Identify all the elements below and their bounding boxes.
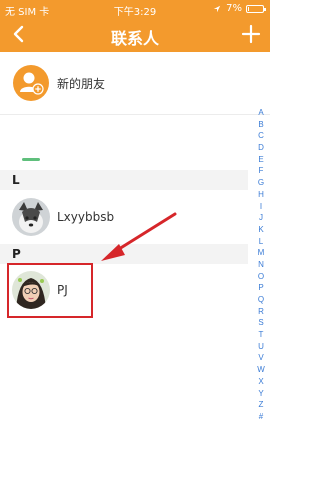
section-header-l: L — [0, 170, 248, 190]
status-right: 7% — [212, 3, 266, 14]
index-letter-c[interactable]: C — [258, 130, 264, 142]
highlight-box — [7, 263, 93, 318]
index-letter-u[interactable]: U — [258, 341, 264, 353]
index-letter-y[interactable]: Y — [258, 388, 263, 400]
index-letter-m[interactable]: M — [258, 247, 265, 259]
arrow-pointer-icon — [101, 212, 177, 261]
alphabet-index[interactable]: A B C D E F G H I J K L M N O P Q R S T U V W X Y Z # — [254, 107, 268, 423]
index-letter-d[interactable]: D — [258, 142, 264, 154]
status-bar: 无 SIM 卡 下午3:29 7% — [0, 0, 270, 18]
index-letter-p[interactable]: P — [258, 282, 263, 294]
battery-percent: 7% — [226, 3, 242, 14]
new-friend-row[interactable]: 新的朋友 — [0, 52, 270, 114]
avatar — [12, 198, 50, 236]
index-letter-x[interactable]: X — [258, 376, 263, 388]
index-letter-h[interactable]: H — [258, 189, 264, 201]
index-letter-f[interactable]: F — [259, 165, 264, 177]
page-title: 联系人 — [110, 29, 159, 48]
add-user-icon — [13, 65, 49, 101]
index-letter-w[interactable]: W — [257, 364, 265, 376]
index-letter-n[interactable]: N — [258, 259, 264, 271]
contacts-screen: 无 SIM 卡 下午3:29 7% 联系人 新的朋友 L Lxyybbsb P … — [0, 0, 270, 479]
index-letter-z[interactable]: Z — [259, 399, 264, 411]
index-letter-s[interactable]: S — [258, 317, 263, 329]
navigation-bar: 联系人 — [0, 18, 270, 52]
top-bar: 无 SIM 卡 下午3:29 7% 联系人 — [0, 0, 270, 52]
index-letter-a[interactable]: A — [258, 107, 263, 119]
index-letter-k[interactable]: K — [258, 224, 263, 236]
index-letter-r[interactable]: R — [258, 306, 264, 318]
battery-icon — [246, 4, 266, 13]
index-letter-v[interactable]: V — [258, 352, 263, 364]
index-letter-l[interactable]: L — [259, 236, 263, 248]
index-letter-o[interactable]: O — [258, 271, 264, 283]
index-letter-hash[interactable]: # — [259, 411, 263, 423]
battery-fill — [248, 6, 249, 11]
index-letter-g[interactable]: G — [258, 177, 264, 189]
plus-icon[interactable] — [240, 22, 262, 46]
index-letter-e[interactable]: E — [258, 154, 263, 166]
new-friend-label: 新的朋友 — [57, 77, 106, 91]
location-icon — [213, 5, 221, 12]
index-letter-t[interactable]: T — [259, 329, 264, 341]
index-letter-j[interactable]: J — [259, 212, 263, 224]
index-letter-b[interactable]: B — [258, 119, 263, 131]
index-letter-q[interactable]: Q — [258, 294, 264, 306]
partial-avatar — [22, 158, 40, 161]
index-letter-i[interactable]: I — [260, 201, 262, 213]
